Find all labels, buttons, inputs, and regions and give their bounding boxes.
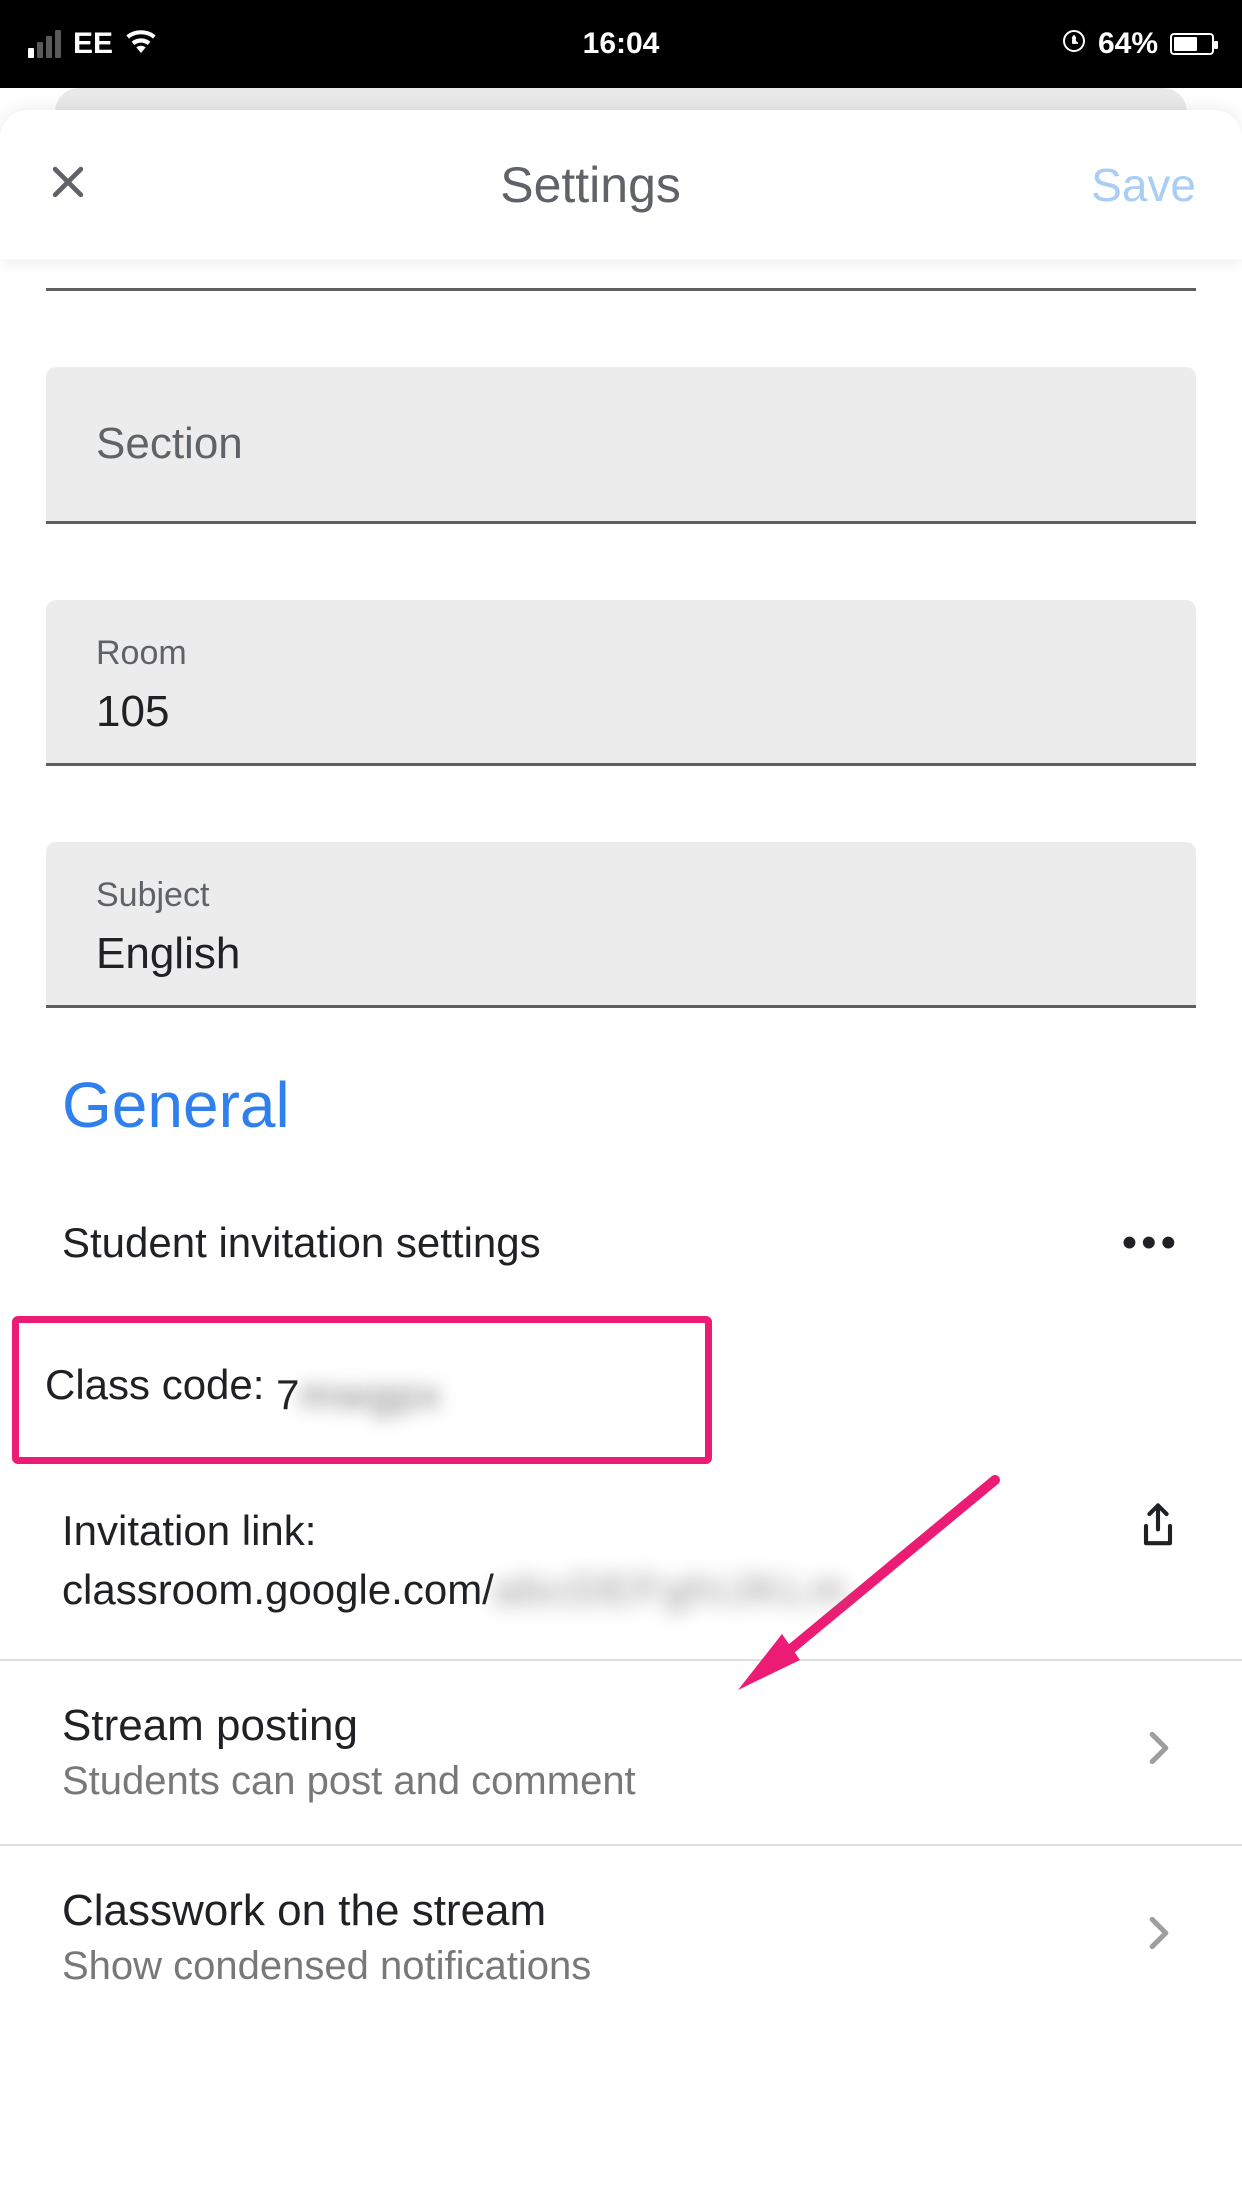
- room-value: 105: [96, 687, 1146, 737]
- class-code-label: Class code:: [45, 1361, 276, 1408]
- share-button[interactable]: [1136, 1502, 1180, 1555]
- battery-icon: [1170, 33, 1214, 55]
- stream-posting-row[interactable]: Stream posting Students can post and com…: [46, 1661, 1196, 1844]
- previous-field-divider: [46, 288, 1196, 291]
- annotation-highlight-box: Class code: 7mwgpx: [12, 1316, 712, 1464]
- stream-posting-title: Stream posting: [62, 1701, 636, 1751]
- cell-signal-icon: [28, 30, 61, 58]
- general-heading: General: [46, 1068, 1196, 1142]
- classwork-sub: Show condensed notifications: [62, 1944, 591, 1989]
- modal-title: Settings: [500, 156, 681, 214]
- section-placeholder: Section: [96, 419, 1146, 469]
- clock: 16:04: [583, 27, 660, 61]
- subject-value: English: [96, 929, 1146, 979]
- subject-label: Subject: [96, 876, 1146, 915]
- student-invitation-settings-row[interactable]: Student invitation settings •••: [46, 1210, 1196, 1276]
- invitation-link-label: Invitation link:: [62, 1502, 848, 1561]
- rotation-lock-icon: [1062, 29, 1086, 59]
- carrier-label: EE: [73, 27, 113, 61]
- subject-field[interactable]: Subject English: [46, 842, 1196, 1008]
- settings-modal: Settings Save Section Room 105 Subject E…: [0, 110, 1242, 2208]
- classwork-stream-row[interactable]: Classwork on the stream Show condensed n…: [46, 1846, 1196, 2029]
- invitation-link-value: classroom.google.com/abcDEFghiJKLm: [62, 1561, 848, 1620]
- chevron-right-icon: [1148, 1730, 1170, 1775]
- section-field[interactable]: Section: [46, 367, 1196, 524]
- chevron-right-icon: [1148, 1915, 1170, 1960]
- save-button[interactable]: Save: [1091, 158, 1196, 212]
- battery-pct: 64%: [1098, 27, 1158, 61]
- room-label: Room: [96, 634, 1146, 673]
- room-field[interactable]: Room 105: [46, 600, 1196, 766]
- close-button[interactable]: [46, 160, 90, 209]
- stream-posting-sub: Students can post and comment: [62, 1759, 636, 1804]
- class-code-value: 7mwgpx: [276, 1371, 442, 1419]
- status-bar: EE 16:04 64%: [0, 0, 1242, 88]
- invitation-link-row: Invitation link: classroom.google.com/ab…: [46, 1490, 1196, 1660]
- wifi-icon: [125, 28, 157, 60]
- classwork-title: Classwork on the stream: [62, 1886, 591, 1936]
- modal-header: Settings Save: [0, 110, 1242, 260]
- student-invitation-settings-label: Student invitation settings: [62, 1219, 541, 1267]
- more-icon[interactable]: •••: [1122, 1218, 1180, 1268]
